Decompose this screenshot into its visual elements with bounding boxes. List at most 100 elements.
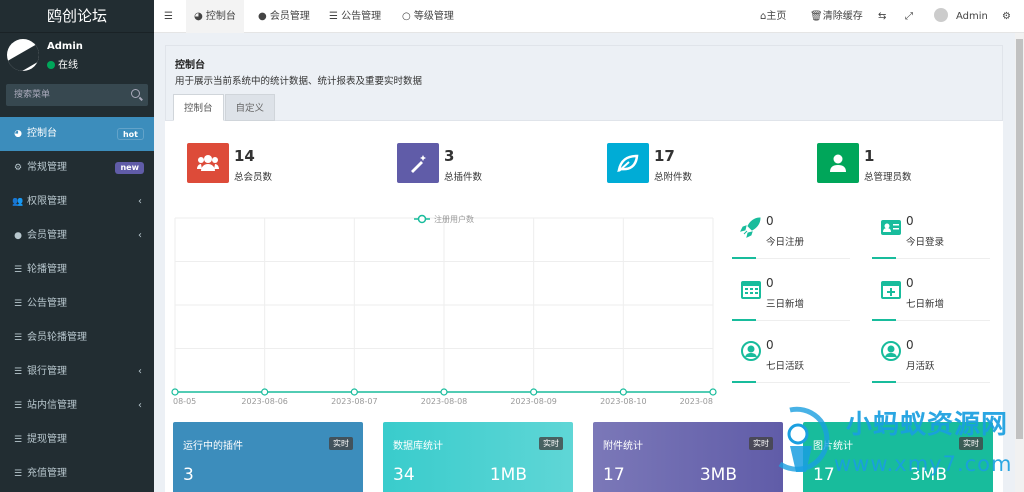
list-icon: ☰ [13,333,23,343]
users-icon [187,143,229,183]
magic-icon [397,143,439,183]
stat-value: 17 [654,147,675,165]
calendar-icon [741,281,761,299]
chart-point [709,388,717,396]
sidebar-item-messages[interactable]: ☰ 站内信管理 ‹ [0,389,154,423]
translate-icon[interactable]: ⇆ [878,0,886,33]
panel-tabs: 控制台 自定义 [173,94,276,121]
watermark-url: www.xmy7.com [834,452,1013,476]
list-icon: ☰ [13,469,23,479]
user-name: Admin [47,41,83,52]
dashboard-icon: ◕ [14,129,22,139]
mini-stat-label: 今日注册 [766,237,805,248]
sidebar-item-general[interactable]: ⚙ 常规管理 new [0,151,154,185]
mini-stat-label: 七日活跃 [766,361,805,372]
stat-total-attachments: 17 总附件数 [607,143,807,185]
admin-menu[interactable]: Admin [934,0,988,33]
chart-tick-label: 2023-08-08 [421,397,468,406]
tab-console[interactable]: 控制台 [173,94,224,121]
list-icon: ☰ [13,367,23,377]
registration-line-chart: 注册用户数 08-05 2023-08-06 2023-08-07 2023-08-08… [171,210,718,415]
chart-tick-label: 2023-08-06 [241,397,288,406]
sidebar-item-bank[interactable]: ☰ 银行管理 ‹ [0,355,154,389]
sidebar-item-dashboard[interactable]: ◕ 控制台 hot [0,117,154,151]
stat-label: 总管理员数 [864,172,912,183]
scrollbar-thumb[interactable] [1016,39,1023,439]
search-icon[interactable] [131,89,140,98]
top-navbar: ☰ ◕ 控制台 ● 会员管理 ☰ 公告管理 ○ 等级管理 ⌂主页 🗑清除缓存 ⇆… [154,0,1024,33]
tab-level-management[interactable]: ○ 等级管理 [402,0,454,33]
sidebar-item-carousel[interactable]: ☰ 轮播管理 [0,253,154,287]
card-size: 1MB [489,465,527,485]
brand-logo[interactable]: 鸥创论坛 [0,0,154,33]
chart-tick-label: 2023-08-09 [510,397,556,406]
stat-value: 3 [444,147,455,165]
page-title: 控制台 [175,60,205,71]
divider [732,257,850,259]
card-value: 17 [603,465,625,485]
clear-cache-button[interactable]: 🗑清除缓存 [810,0,863,33]
list-icon: ☰ [13,299,23,309]
card-size: 3MB [699,465,737,485]
stat-label: 总插件数 [444,172,483,183]
mini-stat-value: 0 [906,276,914,290]
sidebar-item-auth[interactable]: 👥 权限管理 ‹ [0,185,154,219]
sidebar-item-withdraw[interactable]: ☰ 提现管理 [0,423,154,457]
realtime-badge: 实时 [329,437,353,450]
page-scrollbar[interactable] [1015,33,1024,492]
divider [872,381,990,383]
mini-stat-value: 0 [906,214,914,228]
chart-legend-marker [417,214,427,224]
sidebar-item-members[interactable]: ● 会员管理 ‹ [0,219,154,253]
tab-custom[interactable]: 自定义 [224,94,276,121]
chart-svg: 注册用户数 08-05 2023-08-06 2023-08-07 2023-08-08… [171,214,717,406]
mini-stat-label: 今日登录 [906,237,945,248]
id-card-icon [881,220,901,235]
sidebar-item-recharge[interactable]: ☰ 充值管理 [0,457,154,491]
sidebar-toggle-icon[interactable]: ☰ [164,0,173,33]
chart-tick-label: 2023-08-07 [331,397,378,406]
chart-point [619,388,627,396]
mini-stat-seven-day-new: 0 七日新增 [872,273,990,328]
online-dot-icon [47,61,55,69]
mini-stat-today-register: 0 今日注册 [732,211,850,266]
user-icon [817,143,859,183]
sidebar-item-notice[interactable]: ☰ 公告管理 [0,287,154,321]
tab-dashboard[interactable]: ◕ 控制台 [186,0,244,33]
tab-member-management[interactable]: ● 会员管理 [258,0,310,33]
list-icon: ☰ [13,265,23,275]
mini-stat-label: 月活跃 [906,361,935,372]
mini-stat-monthly-active: 0 月活跃 [872,335,990,390]
sidebar: 鸥创论坛 Admin 在线 ◕控制台hot ⚙常规管理new 👥权限管理‹ ●会… [0,0,154,492]
tab-notice-management[interactable]: ☰ 公告管理 [329,0,381,33]
chart-legend-label: 注册用户数 [434,214,474,224]
card-title: 运行中的插件 [183,441,243,452]
chart-tick-label: 08-05 [173,397,196,406]
user-status: 在线 [47,56,78,71]
card-attachment-stats: 附件统计 实时 17 3MB [593,422,783,492]
stat-label: 总附件数 [654,172,693,183]
menu-search-input[interactable] [6,84,126,106]
menu-search [6,84,148,106]
card-running-plugins: 运行中的插件 实时 3 [173,422,363,492]
list-icon: ☰ [329,11,342,22]
sidebar-menu: ◕ 控制台 hot ⚙ 常规管理 new 👥 权限管理 ‹ ● 会员管理 ‹ ☰ 轮播管理 ☰ 公告… [0,117,154,491]
card-value: 34 [393,465,415,485]
stat-total-plugins: 3 总插件数 [397,143,597,185]
divider [872,257,990,259]
leaf-icon [607,143,649,183]
sidebar-item-member-carousel[interactable]: ☰ 会员轮播管理 [0,321,154,355]
cogs-icon: ⚙ [13,163,23,173]
mini-stat-three-day-new: 0 三日新增 [732,273,850,328]
mini-stat-value: 0 [766,214,774,228]
dashboard-icon: ◕ [194,11,206,22]
settings-gear-icon[interactable]: ⚙ [1002,0,1011,33]
chart-tick-label: 2023-08 [680,397,713,406]
stat-value: 1 [864,147,875,165]
chart-point [530,388,538,396]
fullscreen-icon[interactable]: ⤢ [905,0,913,33]
mini-stat-label: 七日新增 [906,299,945,310]
mini-stat-value: 0 [906,338,914,352]
avatar [934,8,948,22]
home-link[interactable]: ⌂主页 [760,0,786,33]
